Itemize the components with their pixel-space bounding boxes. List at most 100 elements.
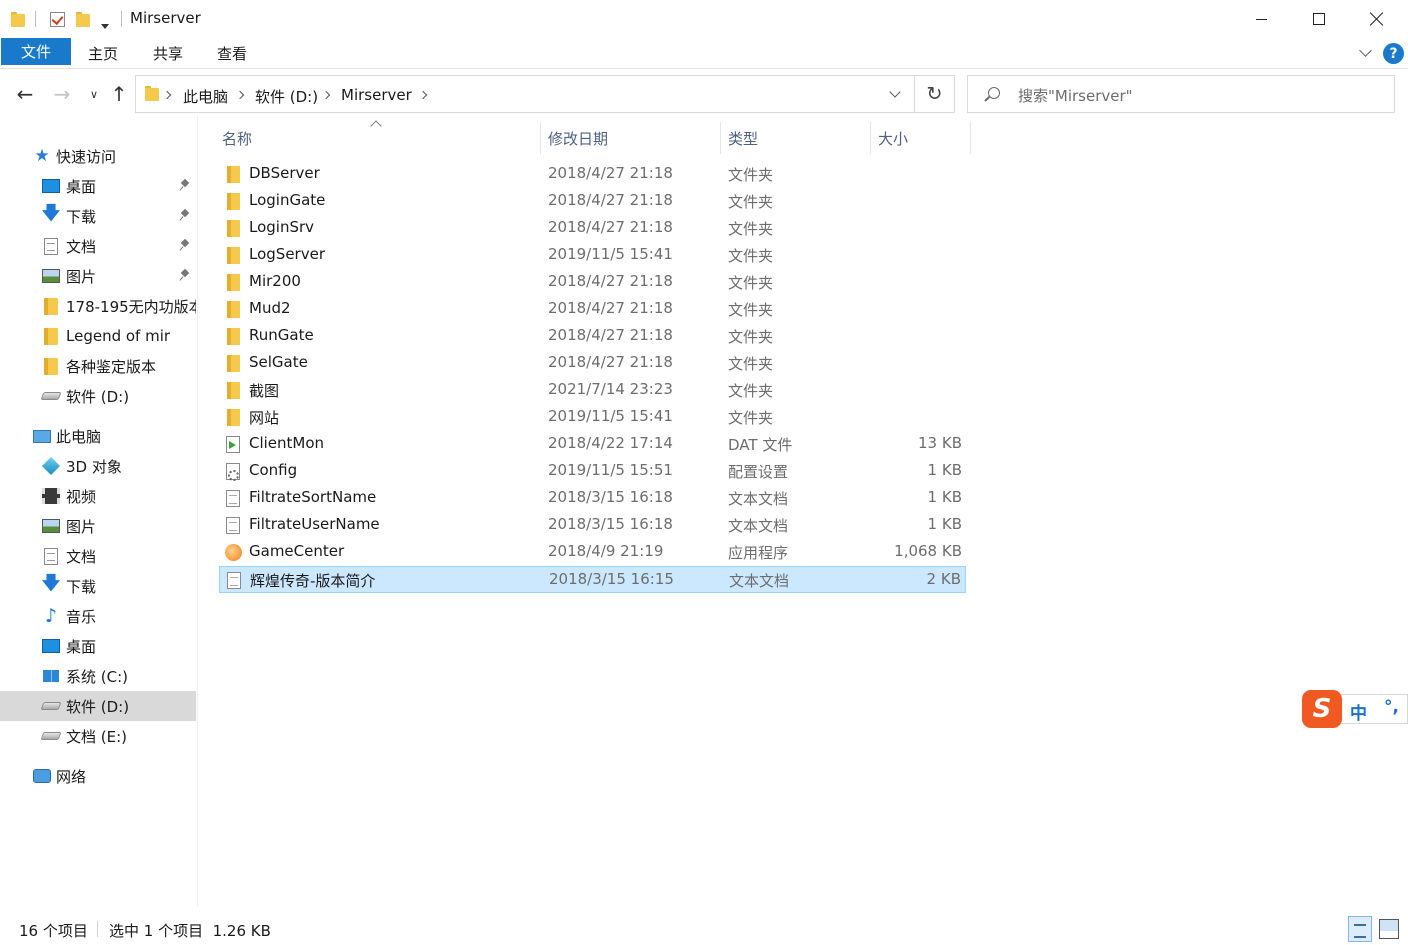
ime-mode-toggle[interactable]: 中 [1350,699,1367,724]
close-button[interactable] [1348,0,1406,38]
breadcrumb-drive-d[interactable]: 软件 (D:) [255,86,318,107]
ime-toolbar[interactable]: 中 °, S [1302,690,1408,728]
file-row[interactable]: LoginSrv 2018/4/27 21:18 文件夹 [219,215,966,242]
expand-ribbon-chevron-icon[interactable] [1359,44,1372,57]
folder-icon [225,220,241,237]
breadcrumb-separator-icon[interactable] [235,90,245,100]
folder-icon [225,328,241,345]
music-icon: ♪ [44,605,58,627]
sidebar-item-label: 软件 (D:) [66,697,130,716]
file-row[interactable]: DBServer 2018/4/27 21:18 文件夹 [219,161,966,188]
file-row[interactable]: 网站 2019/11/5 15:41 文件夹 [219,404,966,431]
new-folder-icon[interactable] [76,9,90,29]
sidebar-item-drive-e[interactable]: 文档 (E:) [0,721,196,751]
file-row[interactable]: LoginGate 2018/4/27 21:18 文件夹 [219,188,966,215]
sidebar-item-drive-c[interactable]: 系统 (C:) [0,661,196,691]
column-header-date[interactable]: 修改日期 [548,128,608,149]
back-arrow-icon[interactable]: ← [13,80,37,108]
tab-view[interactable]: 查看 [217,43,247,64]
pin-icon[interactable] [180,210,190,222]
column-divider[interactable] [540,122,541,154]
file-row[interactable]: FiltrateUserName 2018/3/15 16:18 文本文档 1 … [219,512,966,539]
sidebar-item-label: 软件 (D:) [66,387,130,406]
window-title: Mirserver [130,9,201,27]
tab-share[interactable]: 共享 [153,43,183,64]
pin-icon[interactable] [180,180,190,192]
sogou-logo-icon[interactable]: S [1302,690,1342,728]
file-row[interactable]: 截图 2021/7/14 23:23 文件夹 [219,377,966,404]
column-header-type[interactable]: 类型 [728,128,758,149]
sidebar-item-desktop[interactable]: 桌面 [0,171,196,201]
breadcrumb-separator-icon[interactable] [418,90,428,100]
sidebar-item-music[interactable]: ♪ 音乐 [0,601,196,631]
customize-toolbar-icon[interactable] [101,16,109,36]
breadcrumb-mirserver[interactable]: Mirserver [341,86,412,104]
properties-check-icon[interactable] [50,9,65,29]
sidebar-item-legend-of-mir[interactable]: Legend of mir [0,321,196,351]
sidebar-item-downloads-pc[interactable]: 🡇 下载 [0,571,196,601]
sidebar-item-videos[interactable]: 视频 [0,481,196,511]
file-row-selected[interactable]: 辉煌传奇-版本简介 2018/3/15 16:15 文本文档 2 KB [219,566,966,593]
breadcrumb-this-pc[interactable]: 此电脑 [183,86,228,107]
drive-icon [40,697,62,715]
column-header-name[interactable]: 名称 [222,128,252,149]
column-header-size[interactable]: 大小 [878,128,908,149]
file-row[interactable]: RunGate 2018/4/27 21:18 文件夹 [219,323,966,350]
breadcrumb-separator-icon[interactable] [162,90,172,100]
file-row[interactable]: SelGate 2018/4/27 21:18 文件夹 [219,350,966,377]
breadcrumb-separator-icon[interactable] [321,90,331,100]
ime-punctuation-toggle[interactable]: °, [1384,697,1399,717]
file-row[interactable]: Mud2 2018/4/27 21:18 文件夹 [219,296,966,323]
file-row[interactable]: GameCenter 2018/4/9 21:19 应用程序 1,068 KB [219,539,966,566]
sidebar-item-downloads[interactable]: 🡇 下载 [0,201,196,231]
tab-home[interactable]: 主页 [88,43,118,64]
address-history-chevron-icon[interactable] [889,86,901,98]
sidebar-item-3d-objects[interactable]: 3D 对象 [0,451,196,481]
dat-file-icon [226,436,240,453]
sidebar-item-drive-d[interactable]: 软件 (D:) [0,691,196,721]
sidebar-item-quick-access[interactable]: ★ 快速访问 [0,141,196,171]
pin-icon[interactable] [180,270,190,282]
minimize-button[interactable] [1232,0,1290,38]
file-row[interactable]: ClientMon 2018/4/22 17:14 DAT 文件 13 KB [219,431,966,458]
sidebar-item-documents-pc[interactable]: 文档 [0,541,196,571]
file-type: 配置设置 [728,463,789,481]
column-divider[interactable] [870,122,871,154]
column-divider[interactable] [720,122,721,154]
large-icons-view-icon[interactable] [1379,919,1399,939]
file-row[interactable]: FiltrateSortName 2018/3/15 16:18 文本文档 1 … [219,485,966,512]
maximize-button[interactable] [1290,0,1348,38]
up-arrow-icon[interactable]: ↑ [107,80,131,108]
tab-file[interactable]: 文件 [1,38,71,65]
refresh-button[interactable]: ↻ [915,75,955,113]
sidebar-item-pictures[interactable]: 图片 [0,261,196,291]
sidebar-item-this-pc[interactable]: 此电脑 [0,421,196,451]
ime-bar[interactable]: 中 °, [1336,694,1408,724]
sidebar-item-label: 音乐 [66,607,97,626]
column-divider[interactable] [970,122,971,154]
file-type: 文件夹 [728,301,774,319]
sidebar-item-network[interactable]: 网络 [0,761,196,791]
sidebar-item-documents[interactable]: 文档 [0,231,196,261]
file-name: FiltrateUserName [249,515,380,533]
recent-locations-chevron-icon[interactable]: ∨ [82,80,106,108]
file-name: LoginGate [249,191,326,209]
details-view-icon[interactable] [1348,916,1372,942]
search-input[interactable]: 搜索"Mirserver" [967,75,1395,113]
folder-icon [225,355,241,372]
pin-icon[interactable] [180,240,190,252]
file-size: 2 KB [926,570,961,588]
file-row[interactable]: Config 2019/11/5 15:51 配置设置 1 KB [219,458,966,485]
help-icon[interactable]: ? [1383,43,1404,64]
sidebar-item-desktop-pc[interactable]: 桌面 [0,631,196,661]
file-row[interactable]: LogServer 2019/11/5 15:41 文件夹 [219,242,966,269]
sidebar-item-pictures-pc[interactable]: 图片 [0,511,196,541]
sidebar-item-drive-d-quick[interactable]: 软件 (D:) [0,381,196,411]
address-bar[interactable]: 此电脑 软件 (D:) Mirserver [135,75,915,113]
file-name: Mud2 [249,299,291,317]
sidebar-item-versions[interactable]: 各种鉴定版本 [0,351,196,381]
file-row[interactable]: Mir200 2018/4/27 21:18 文件夹 [219,269,966,296]
forward-arrow-icon[interactable]: → [50,80,74,108]
sidebar-item-label: 文档 (E:) [66,727,128,746]
sidebar-item-folder-178-195[interactable]: 178-195无内功版本 [0,291,196,321]
